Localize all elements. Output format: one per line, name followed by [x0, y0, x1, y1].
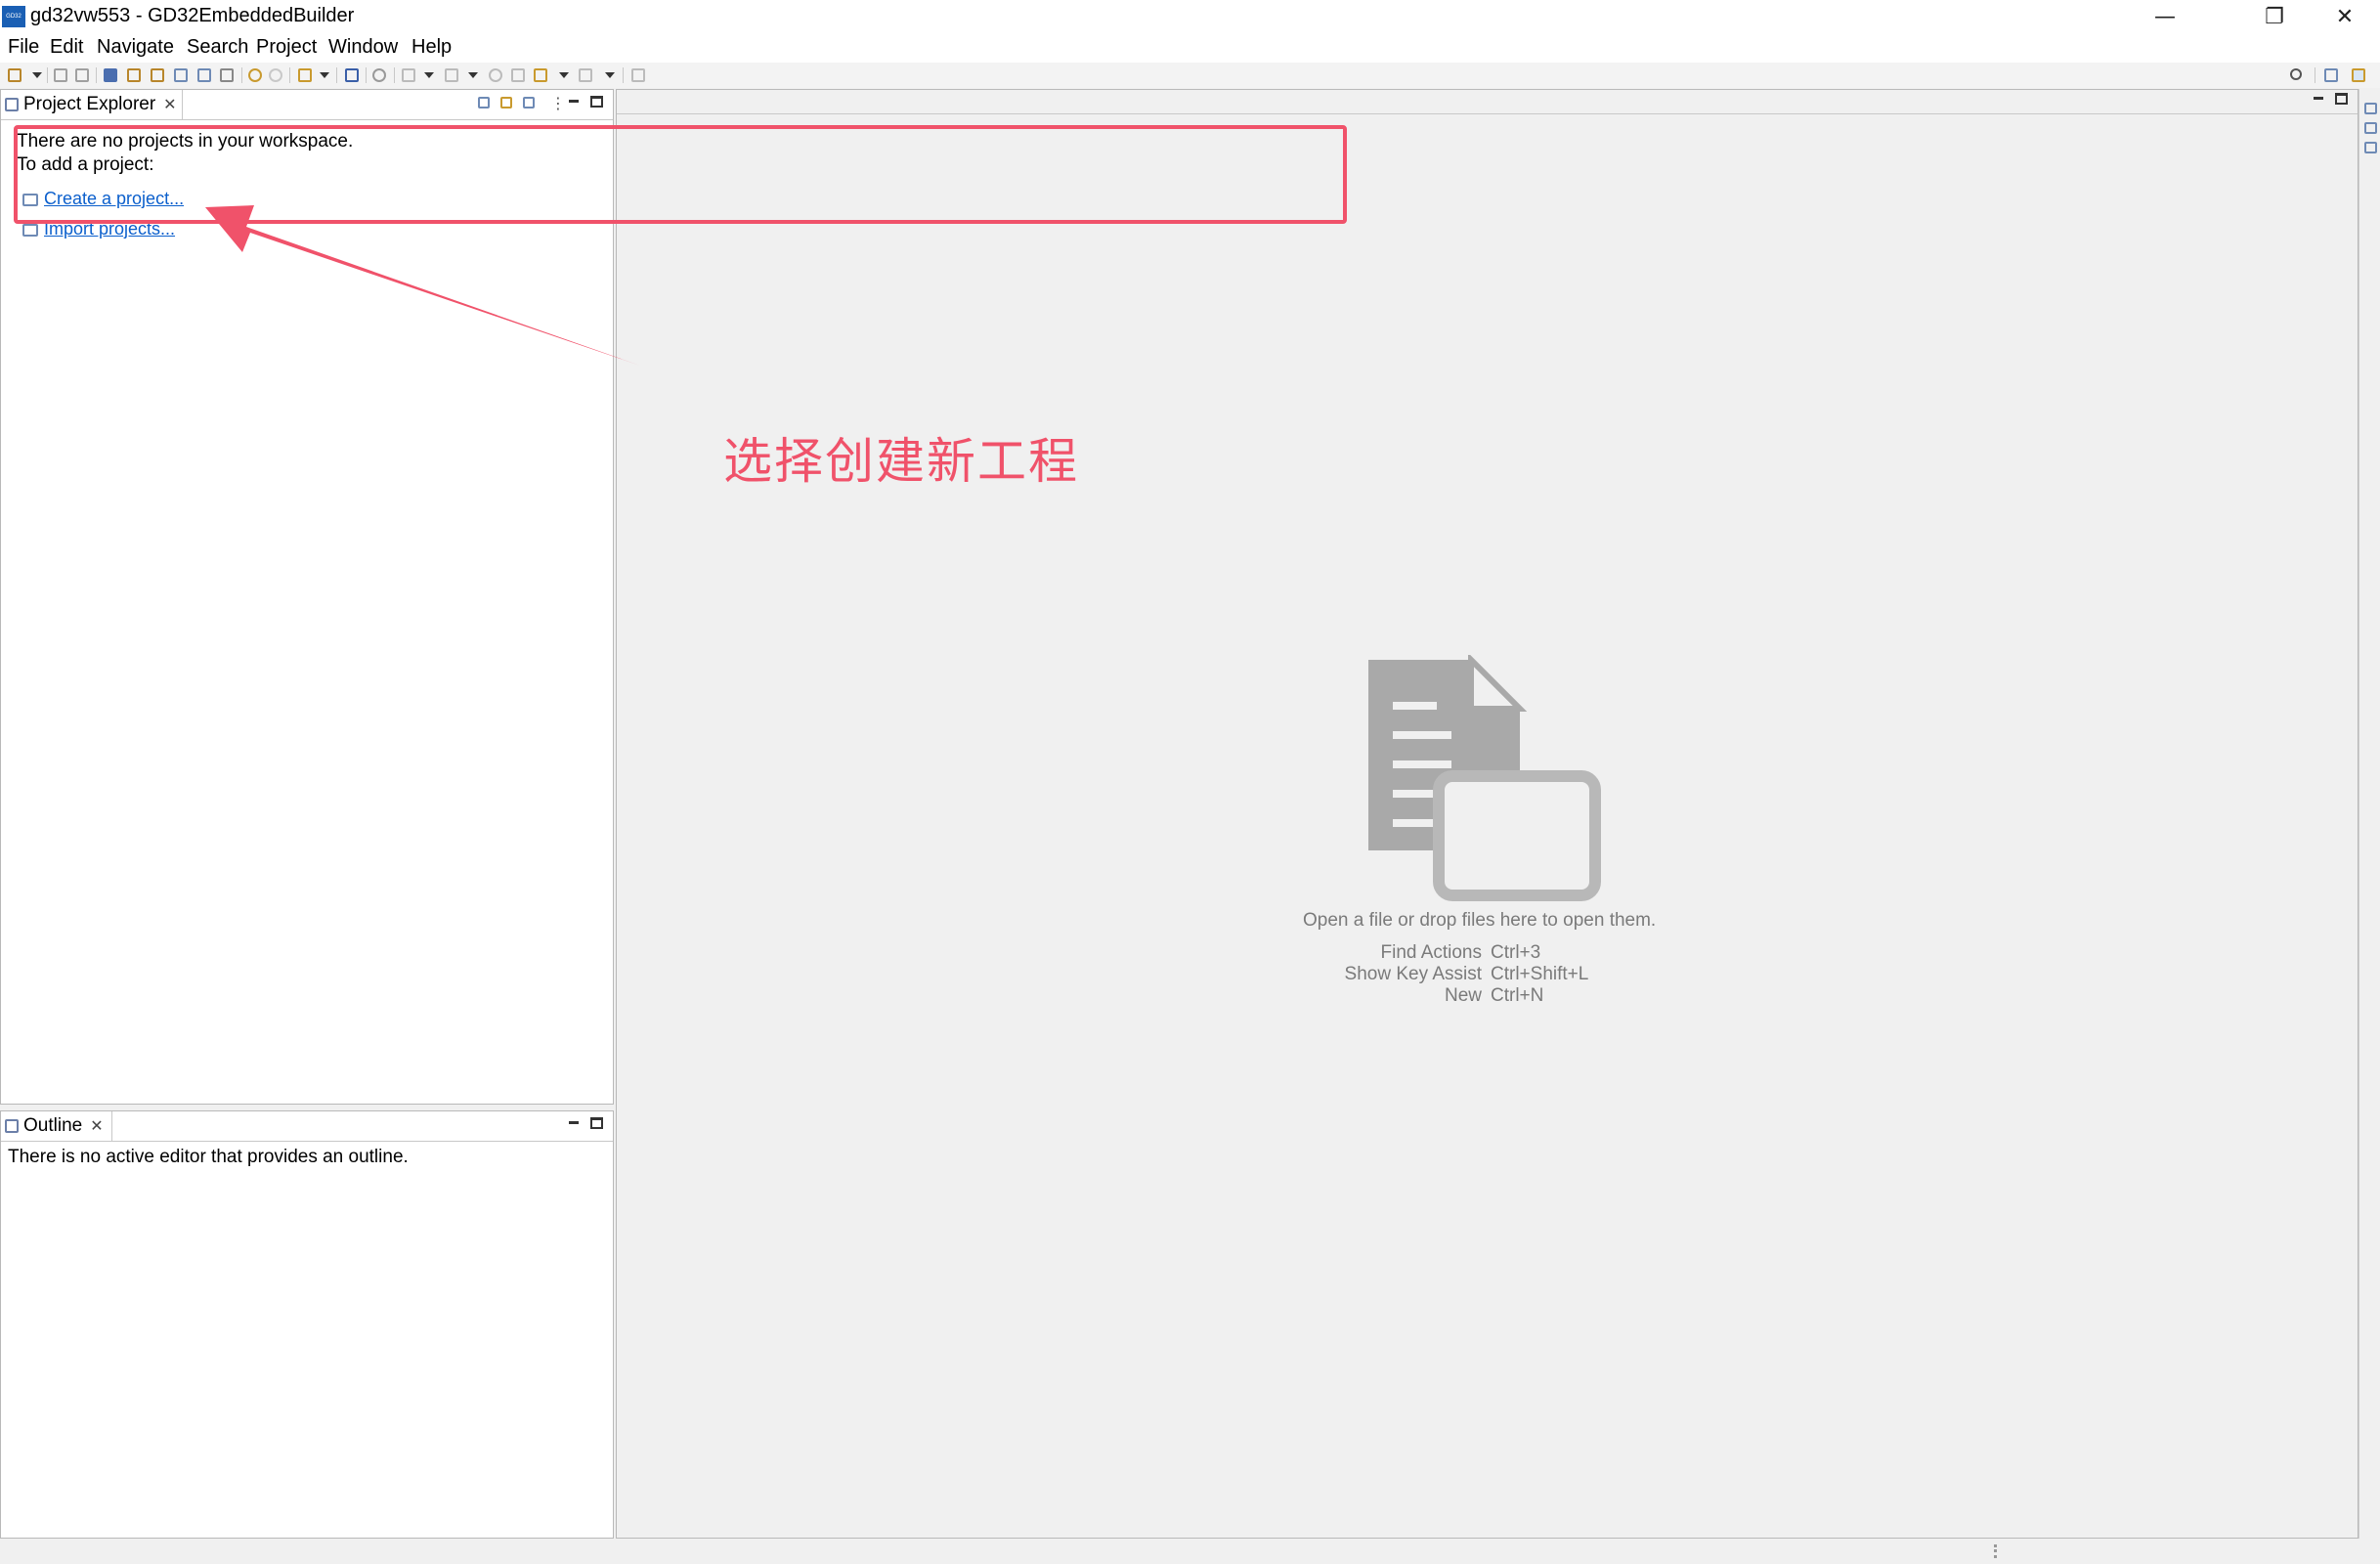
key-assist-label: New	[1444, 985, 1482, 1006]
toolbar-separator	[366, 67, 367, 83]
step-over-icon[interactable]	[151, 68, 164, 82]
build-icon[interactable]	[104, 68, 117, 82]
toolbar-separator	[241, 67, 242, 83]
step-into-icon[interactable]	[127, 68, 141, 82]
terminal-icon[interactable]	[220, 68, 234, 82]
problems-view-icon[interactable]	[2364, 142, 2377, 153]
minimize-editor-icon[interactable]	[2313, 93, 2325, 105]
minimize-panel-icon[interactable]	[568, 1117, 581, 1129]
key-assist-label: Find Actions	[1380, 942, 1483, 963]
back-dropdown-icon[interactable]	[559, 72, 569, 78]
forward-icon[interactable]	[579, 68, 592, 82]
pin-editor-icon[interactable]	[631, 68, 645, 82]
menu-edit[interactable]: Edit	[48, 36, 85, 59]
forward-dropdown-icon[interactable]	[605, 72, 615, 78]
debug-icon[interactable]	[174, 68, 188, 82]
toolbar-separator	[336, 67, 337, 83]
toolbar-separator	[289, 67, 290, 83]
outline-empty-message: There is no active editor that provides …	[8, 1147, 409, 1167]
menu-navigate[interactable]: Navigate	[95, 36, 176, 59]
close-icon[interactable]: ✕	[163, 95, 176, 114]
perspective-icon[interactable]	[2352, 68, 2365, 82]
outline-panel: Outline ✕ There is no active editor that…	[0, 1110, 614, 1539]
key-assist-shortcut: Ctrl+Shift+L	[1491, 964, 1589, 984]
tab-divider	[1, 119, 613, 120]
registers-icon[interactable]	[197, 68, 211, 82]
prev-annotation-icon[interactable]	[445, 68, 458, 82]
next-annotation-icon[interactable]	[402, 68, 415, 82]
search-icon[interactable]	[2290, 68, 2302, 80]
minimize-button[interactable]: —	[2131, 0, 2199, 33]
save-icon[interactable]	[54, 68, 67, 82]
back-history-icon[interactable]	[511, 68, 525, 82]
restore-view-icon[interactable]	[2364, 103, 2377, 114]
tab-outline[interactable]: Outline ✕	[1, 1111, 112, 1141]
annotation-label: 选择创建新工程	[723, 433, 1079, 490]
outline-icon	[5, 1119, 19, 1133]
link-editor-icon[interactable]	[500, 97, 512, 109]
redo-icon[interactable]	[269, 68, 282, 82]
toolbar-separator	[623, 67, 624, 83]
title-bar: GD32 gd32vw553 - GD32EmbeddedBuilder — ❐…	[0, 0, 2380, 33]
menu-help[interactable]: Help	[410, 36, 454, 59]
maximize-panel-icon[interactable]	[590, 96, 603, 108]
key-assist-label: Show Key Assist	[1344, 964, 1482, 984]
window-title: gd32vw553 - GD32EmbeddedBuilder	[30, 5, 355, 26]
tab-divider	[1, 1141, 613, 1142]
toolbar-separator	[47, 67, 48, 83]
refresh-icon[interactable]	[372, 68, 386, 82]
annotation-arrow-icon	[205, 205, 640, 366]
toolbar-separator	[394, 67, 395, 83]
status-handle-icon[interactable]	[1994, 1544, 1997, 1558]
import-projects-icon	[22, 224, 38, 237]
collapse-all-icon[interactable]	[478, 97, 490, 109]
editor-drop-hint: Open a file or drop files here to open t…	[1303, 910, 1657, 931]
open-perspective-icon[interactable]	[2324, 68, 2338, 82]
back-icon[interactable]	[534, 68, 547, 82]
key-assist-shortcut: Ctrl+N	[1491, 985, 1544, 1006]
project-explorer-icon	[5, 98, 19, 111]
last-edit-icon[interactable]	[489, 68, 502, 82]
view-menu-icon[interactable]: ⋮	[550, 94, 566, 112]
restore-button[interactable]: ❐	[2240, 0, 2309, 33]
app-logo-icon: GD32	[2, 6, 25, 27]
tab-label: Project Explorer	[23, 94, 156, 114]
filter-icon[interactable]	[523, 97, 535, 109]
close-window-button[interactable]: ✕	[2311, 0, 2379, 33]
status-bar	[0, 1539, 2380, 1564]
main-toolbar	[0, 63, 2380, 88]
next-annotation-dropdown-icon[interactable]	[424, 72, 434, 78]
menu-bar: File Edit Navigate Search Project Window…	[0, 33, 2380, 63]
tab-project-explorer[interactable]: Project Explorer ✕	[1, 90, 183, 119]
key-assist-shortcut: Ctrl+3	[1491, 942, 1541, 963]
console-icon[interactable]	[345, 68, 359, 82]
console-view-icon[interactable]	[2364, 122, 2377, 134]
editor-tab-divider	[617, 113, 2358, 114]
search-dropdown-icon[interactable]	[320, 72, 329, 78]
undo-icon[interactable]	[248, 68, 262, 82]
menu-search[interactable]: Search	[185, 36, 250, 59]
minimize-panel-icon[interactable]	[568, 96, 581, 108]
toolbar-separator	[96, 67, 97, 83]
save-all-icon[interactable]	[75, 68, 89, 82]
right-trim-bar	[2358, 89, 2380, 1539]
tab-label: Outline	[23, 1115, 83, 1136]
menu-file[interactable]: File	[6, 36, 41, 59]
maximize-panel-icon[interactable]	[590, 1117, 603, 1129]
search-tool-icon[interactable]	[298, 68, 312, 82]
open-file-illustration-icon	[1368, 655, 1601, 901]
close-icon[interactable]: ✕	[90, 1116, 103, 1136]
menu-project[interactable]: Project	[254, 36, 319, 59]
prev-annotation-dropdown-icon[interactable]	[468, 72, 478, 78]
menu-window[interactable]: Window	[326, 36, 400, 59]
new-dropdown-icon[interactable]	[32, 72, 42, 78]
new-icon[interactable]	[8, 68, 22, 82]
maximize-editor-icon[interactable]	[2335, 93, 2348, 105]
